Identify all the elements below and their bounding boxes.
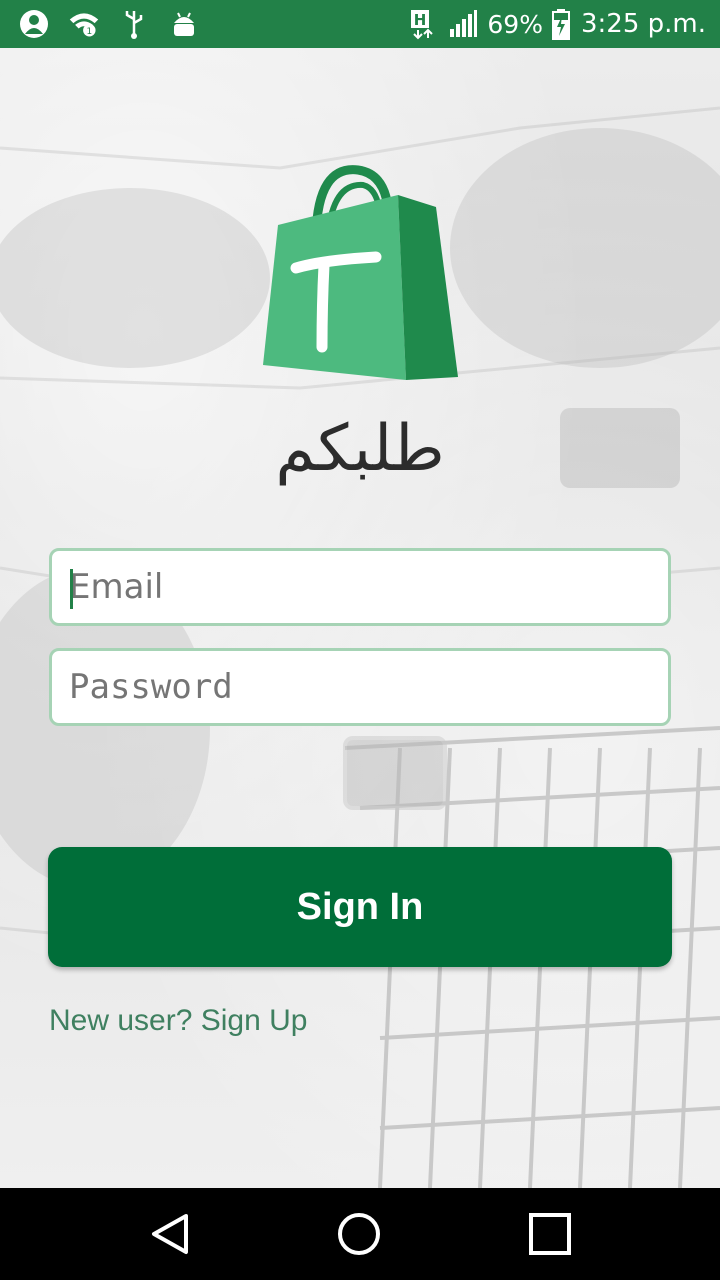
wifi-icon: 1	[68, 8, 100, 40]
svg-text:1: 1	[87, 27, 93, 37]
back-button[interactable]	[110, 1188, 230, 1280]
signal-icon	[447, 8, 479, 40]
user-profile-icon	[18, 8, 50, 40]
usb-icon	[118, 8, 150, 40]
svg-text:H: H	[414, 11, 427, 29]
battery-charging-icon	[551, 8, 571, 40]
navigation-bar	[0, 1188, 720, 1280]
home-button[interactable]	[299, 1188, 419, 1280]
password-input[interactable]	[69, 667, 668, 707]
hplus-network-icon: H	[407, 8, 439, 40]
status-right-icons: H 69% 3:25 p.m.	[407, 8, 706, 40]
android-debug-icon	[168, 8, 200, 40]
back-icon	[152, 1214, 188, 1254]
status-left-icons: 1	[18, 8, 200, 40]
sign-up-link[interactable]: New user? Sign Up	[49, 1004, 307, 1038]
email-field[interactable]	[49, 548, 671, 626]
password-field[interactable]	[49, 648, 671, 726]
recents-button[interactable]	[490, 1188, 610, 1280]
status-bar: 1 H 69% 3:25 p.m.	[0, 0, 720, 48]
text-cursor	[70, 569, 73, 609]
recents-icon	[529, 1213, 571, 1255]
battery-percent: 69%	[487, 9, 543, 39]
email-input[interactable]	[69, 567, 668, 607]
sign-in-button[interactable]: Sign In	[48, 847, 672, 967]
shopping-bag-logo-icon	[263, 165, 458, 380]
home-icon	[338, 1213, 380, 1255]
brand-name: طلبكم	[275, 412, 445, 486]
clock: 3:25 p.m.	[580, 9, 706, 39]
